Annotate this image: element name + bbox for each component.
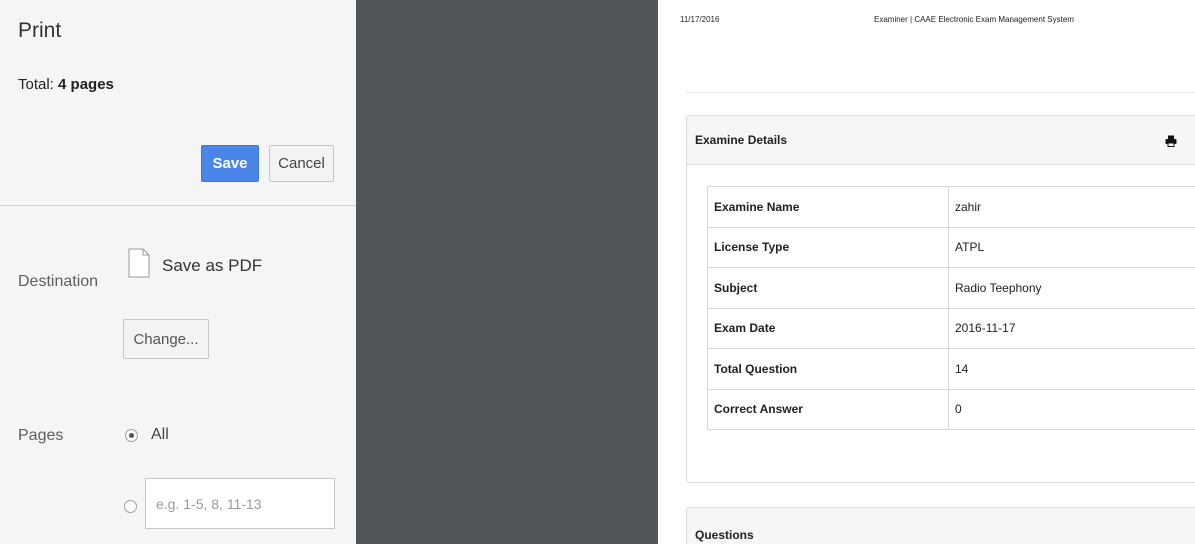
table-row: License Type ATPL — [707, 226, 1195, 268]
pages-all-label: All — [151, 426, 169, 443]
table-cell-key: Total Question — [707, 348, 949, 390]
table-row: Total Question 14 — [707, 348, 1195, 390]
examine-details-panel: Examine Details Examine Name zahir Licen… — [686, 115, 1195, 483]
pages-range-radio[interactable] — [124, 500, 137, 513]
print-settings-panel: Print Total: 4 pages Save Cancel Destina… — [0, 0, 356, 544]
table-cell-key: License Type — [707, 226, 949, 268]
panel-title: Examine Details — [695, 133, 788, 147]
destination-value: Save as PDF — [162, 256, 263, 275]
details-table: Examine Name zahir License Type ATPL Sub… — [707, 186, 1195, 430]
total-prefix: Total: — [18, 76, 59, 93]
page-header-title: Examiner | CAAE Electronic Exam Manageme… — [874, 15, 1074, 24]
total-pages: Total: 4 pages — [18, 76, 114, 93]
destination-label: Destination — [18, 273, 99, 290]
page-title: Print — [18, 19, 62, 42]
cancel-button[interactable]: Cancel — [269, 145, 334, 182]
save-button[interactable]: Save — [201, 145, 259, 182]
pages-label: Pages — [18, 427, 64, 444]
pages-all-radio[interactable] — [125, 429, 138, 442]
table-row: Examine Name zahir — [707, 186, 1195, 228]
file-icon — [128, 248, 150, 278]
preview-backdrop — [356, 0, 658, 544]
print-icon[interactable] — [1165, 135, 1177, 147]
table-row: Subject Radio Teephony — [707, 267, 1195, 309]
table-cell-value: Radio Teephony — [948, 267, 1195, 309]
table-cell-key: Correct Answer — [707, 388, 949, 430]
questions-panel: Questions — [686, 507, 1195, 544]
table-cell-value: ATPL — [948, 226, 1195, 268]
table-cell-key: Exam Date — [707, 307, 949, 349]
panel-header: Examine Details — [687, 116, 1195, 165]
questions-title: Questions — [695, 528, 754, 542]
table-cell-value: 0 — [948, 388, 1195, 430]
table-cell-key: Examine Name — [707, 186, 949, 228]
divider — [686, 92, 1195, 93]
total-pages-count: 4 pages — [58, 76, 114, 93]
table-cell-value: zahir — [948, 186, 1195, 228]
preview-page[interactable]: 11/17/2016 Examiner | CAAE Electronic Ex… — [658, 0, 1195, 544]
table-row: Exam Date 2016-11-17 — [707, 307, 1195, 349]
table-row: Correct Answer 0 — [707, 388, 1195, 430]
pages-range-input[interactable] — [145, 478, 335, 529]
table-cell-key: Subject — [707, 267, 949, 309]
print-header: Print Total: 4 pages Save Cancel — [0, 0, 356, 206]
page-date: 11/17/2016 — [680, 15, 720, 24]
table-cell-value: 2016-11-17 — [948, 307, 1195, 349]
table-cell-value: 14 — [948, 348, 1195, 390]
change-destination-button[interactable]: Change... — [123, 319, 209, 359]
